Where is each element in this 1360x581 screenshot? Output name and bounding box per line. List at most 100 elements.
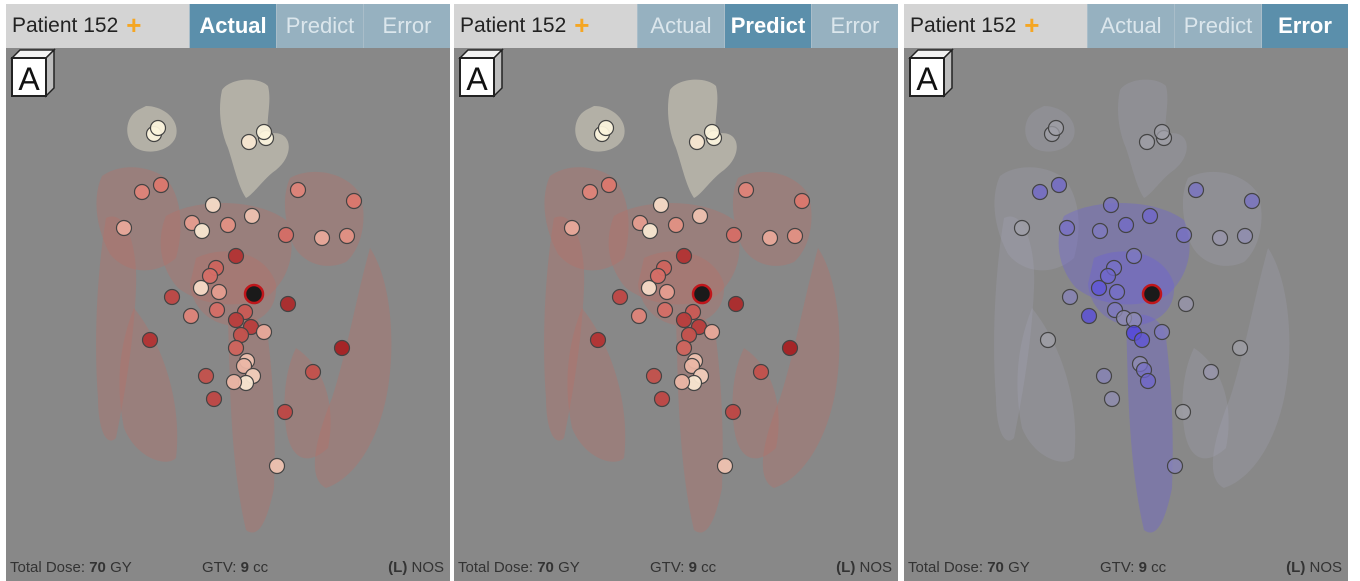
organ-dose-point[interactable] <box>630 307 648 325</box>
organ-left-lower-muscle[interactable] <box>1017 308 1076 462</box>
organ-dose-scene[interactable] <box>6 48 450 553</box>
organ-dose-point[interactable] <box>1153 323 1171 341</box>
plus-icon[interactable]: + <box>574 12 589 38</box>
organ-right-muscle[interactable] <box>314 248 392 488</box>
organ-dose-point[interactable] <box>197 367 215 385</box>
organ-dose-point[interactable] <box>600 176 618 194</box>
orientation-cube-icon[interactable]: A <box>6 48 56 98</box>
organ-dose-point[interactable] <box>141 331 159 349</box>
organ-dose-point[interactable] <box>725 226 743 244</box>
organ-dose-point[interactable] <box>1175 226 1193 244</box>
organ-dose-point[interactable] <box>192 279 210 297</box>
organ-dose-point[interactable] <box>589 331 607 349</box>
organ-dose-point[interactable] <box>1102 196 1120 214</box>
organ-dose-point[interactable] <box>675 247 693 265</box>
organ-trachea[interactable] <box>1126 314 1173 533</box>
organ-right-muscle[interactable] <box>762 248 840 488</box>
organ-dose-point[interactable] <box>597 119 615 137</box>
organ-dose-point[interactable] <box>1047 119 1065 137</box>
organ-dose-point[interactable] <box>279 295 297 313</box>
organ-dose-point[interactable] <box>1177 295 1195 313</box>
organ-dose-point[interactable] <box>133 183 151 201</box>
organ-dose-point[interactable] <box>208 301 226 319</box>
organ-dose-point[interactable] <box>641 222 659 240</box>
tab-predict[interactable]: Predict <box>724 4 811 48</box>
organ-left-lower-muscle[interactable] <box>567 308 626 462</box>
organ-dose-point[interactable] <box>277 226 295 244</box>
organ-dose-point[interactable] <box>149 119 167 137</box>
tab-actual[interactable]: Actual <box>189 4 276 48</box>
organ-dose-point[interactable] <box>1138 133 1156 151</box>
organ-dose-point[interactable] <box>1243 192 1261 210</box>
organ-dose-point[interactable] <box>611 288 629 306</box>
organ-dose-point[interactable] <box>1139 372 1157 390</box>
organ-dose-point[interactable] <box>1103 390 1121 408</box>
organ-dose-point[interactable] <box>727 295 745 313</box>
organ-dose-point[interactable] <box>786 227 804 245</box>
organ-dose-point[interactable] <box>1202 363 1220 381</box>
organ-dose-point[interactable] <box>227 311 245 329</box>
organ-dose-point[interactable] <box>1091 222 1109 240</box>
organ-dose-point[interactable] <box>781 339 799 357</box>
organ-dose-point[interactable] <box>1058 219 1076 237</box>
organ-right-lower-muscle[interactable] <box>284 348 331 459</box>
gtv-highlight-point[interactable] <box>691 283 713 305</box>
organ-dose-point[interactable] <box>563 219 581 237</box>
plus-icon[interactable]: + <box>126 12 141 38</box>
organ-dose-point[interactable] <box>752 363 770 381</box>
organ-dose-point[interactable] <box>1013 219 1031 237</box>
organ-dose-point[interactable] <box>1187 181 1205 199</box>
organ-right-lower-muscle[interactable] <box>732 348 779 459</box>
organ-right-lower-muscle[interactable] <box>1182 348 1229 459</box>
organ-dose-point[interactable] <box>652 196 670 214</box>
organ-dose-point[interactable] <box>345 192 363 210</box>
gtv-highlight-point[interactable] <box>1141 283 1163 305</box>
organ-dose-point[interactable] <box>182 307 200 325</box>
organ-dose-point[interactable] <box>1211 229 1229 247</box>
tab-error[interactable]: Error <box>363 4 450 48</box>
organ-dose-point[interactable] <box>227 339 245 357</box>
tab-actual[interactable]: Actual <box>637 4 724 48</box>
organ-dose-point[interactable] <box>1166 457 1184 475</box>
organ-dose-point[interactable] <box>640 279 658 297</box>
organ-dose-point[interactable] <box>255 123 273 141</box>
organ-dose-point[interactable] <box>268 457 286 475</box>
organ-dose-point[interactable] <box>688 133 706 151</box>
patient-selector[interactable]: Patient 152 + <box>904 4 1087 48</box>
organ-dose-point[interactable] <box>1117 216 1135 234</box>
patient-selector[interactable]: Patient 152 + <box>454 4 637 48</box>
organ-dose-point[interactable] <box>219 216 237 234</box>
organ-dose-point[interactable] <box>210 283 228 301</box>
organ-dose-point[interactable] <box>1031 183 1049 201</box>
organ-dose-point[interactable] <box>1095 367 1113 385</box>
anatomy-viewport[interactable]: A <box>6 48 450 553</box>
tab-predict[interactable]: Predict <box>1174 4 1261 48</box>
organ-dose-point[interactable] <box>1141 207 1159 225</box>
organ-dose-point[interactable] <box>1125 247 1143 265</box>
organ-dose-point[interactable] <box>691 207 709 225</box>
organ-dose-point[interactable] <box>289 181 307 199</box>
organ-dose-point[interactable] <box>333 339 351 357</box>
organ-dose-point[interactable] <box>703 323 721 341</box>
tab-error[interactable]: Error <box>1261 4 1348 48</box>
organ-dose-point[interactable] <box>667 216 685 234</box>
organ-dose-point[interactable] <box>1039 331 1057 349</box>
tab-error[interactable]: Error <box>811 4 898 48</box>
organ-dose-point[interactable] <box>1108 283 1126 301</box>
organ-dose-point[interactable] <box>313 229 331 247</box>
organ-dose-point[interactable] <box>737 181 755 199</box>
organ-dose-point[interactable] <box>656 301 674 319</box>
organ-dose-point[interactable] <box>338 227 356 245</box>
organ-dose-point[interactable] <box>1174 403 1192 421</box>
organ-dose-point[interactable] <box>703 123 721 141</box>
organ-dose-point[interactable] <box>653 390 671 408</box>
organ-dose-point[interactable] <box>115 219 133 237</box>
organ-dose-point[interactable] <box>163 288 181 306</box>
organ-dose-point[interactable] <box>675 339 693 357</box>
organ-dose-point[interactable] <box>240 133 258 151</box>
organ-dose-point[interactable] <box>793 192 811 210</box>
tab-predict[interactable]: Predict <box>276 4 363 48</box>
organ-dose-point[interactable] <box>1061 288 1079 306</box>
organ-dose-point[interactable] <box>1153 123 1171 141</box>
organ-dose-point[interactable] <box>255 323 273 341</box>
